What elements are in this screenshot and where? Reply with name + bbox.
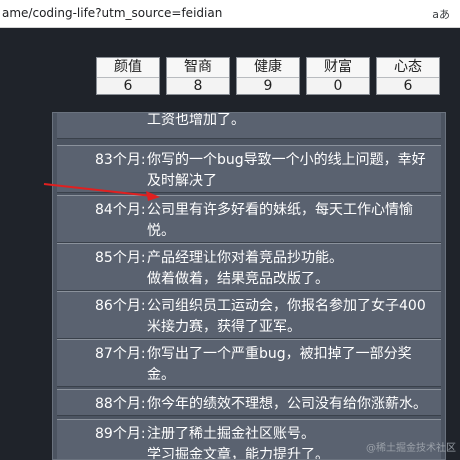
stat-value: 6 — [403, 78, 413, 94]
red-arrow-icon — [43, 183, 160, 201]
stat-health: 健康 9 — [236, 57, 300, 95]
event-text: 你写出了一个严重bug，被扣掉了一部分奖 — [147, 346, 412, 362]
stat-appearance: 颜值 6 — [96, 57, 160, 95]
event-text: 工资也增加了。 — [147, 112, 245, 128]
event-text: 米接力赛，获得了亚军。 — [147, 319, 301, 335]
list-item: 85个月: 产品经理让你对着竞品抄功能。 做着做着，结果竞品改版了。 — [57, 243, 441, 291]
event-text: 悦。 — [147, 223, 175, 239]
text-size-icon[interactable]: aあ — [432, 6, 450, 22]
watermark: @稀土掘金技术社区 — [366, 443, 456, 454]
stat-mood: 心态 6 — [376, 57, 440, 95]
event-age: 88个月: — [95, 396, 146, 412]
event-text: 做着做着，结果竞品改版了。 — [147, 271, 329, 287]
event-text: 公司组织员工运动会，你报名参加了女子400 — [147, 298, 426, 314]
stats-panel: 颜值 6 智商 8 健康 9 财富 0 心态 6 — [96, 57, 440, 95]
list-item: 工资也增加了。 — [57, 112, 441, 139]
stat-label: 颜值 — [97, 58, 159, 78]
stat-wealth: 财富 0 — [306, 57, 370, 95]
stat-label: 智商 — [167, 58, 229, 78]
event-text: 产品经理让你对着竞品抄功能。 — [147, 250, 343, 266]
event-text: 你今年的绩效不理想，公司没有给你涨薪水。 — [147, 396, 427, 412]
event-list[interactable]: 工资也增加了。 83个月: 你写的一个bug导致一个小的线上问题，幸好 及时解决… — [52, 112, 446, 460]
event-age: 89个月: — [95, 426, 146, 442]
event-text: 你写的一个bug导致一个小的线上问题，幸好 — [147, 152, 426, 168]
event-age: 85个月: — [95, 250, 146, 266]
event-text: 金。 — [147, 367, 175, 383]
stat-value: 6 — [123, 78, 133, 94]
event-age: 87个月: — [95, 346, 146, 362]
list-item: 88个月: 你今年的绩效不理想，公司没有给你涨薪水。 — [57, 389, 441, 416]
stat-label: 心态 — [377, 58, 439, 78]
stat-value: 0 — [333, 78, 343, 94]
stat-label: 健康 — [237, 58, 299, 78]
list-item: 86个月: 公司组织员工运动会，你报名参加了女子400 米接力赛，获得了亚军。 — [57, 291, 441, 339]
address-bar[interactable]: ame/coding-life?utm_source=feidian aあ — [0, 0, 460, 28]
list-item: 87个月: 你写出了一个严重bug，被扣掉了一部分奖 金。 — [57, 339, 441, 387]
stat-value: 8 — [193, 78, 203, 94]
event-age: 86个月: — [95, 298, 146, 314]
stat-label: 财富 — [307, 58, 369, 78]
stat-intelligence: 智商 8 — [166, 57, 230, 95]
url-text[interactable]: ame/coding-life?utm_source=feidian — [2, 6, 222, 20]
event-age: 83个月: — [95, 152, 146, 168]
stat-value: 9 — [263, 78, 273, 94]
